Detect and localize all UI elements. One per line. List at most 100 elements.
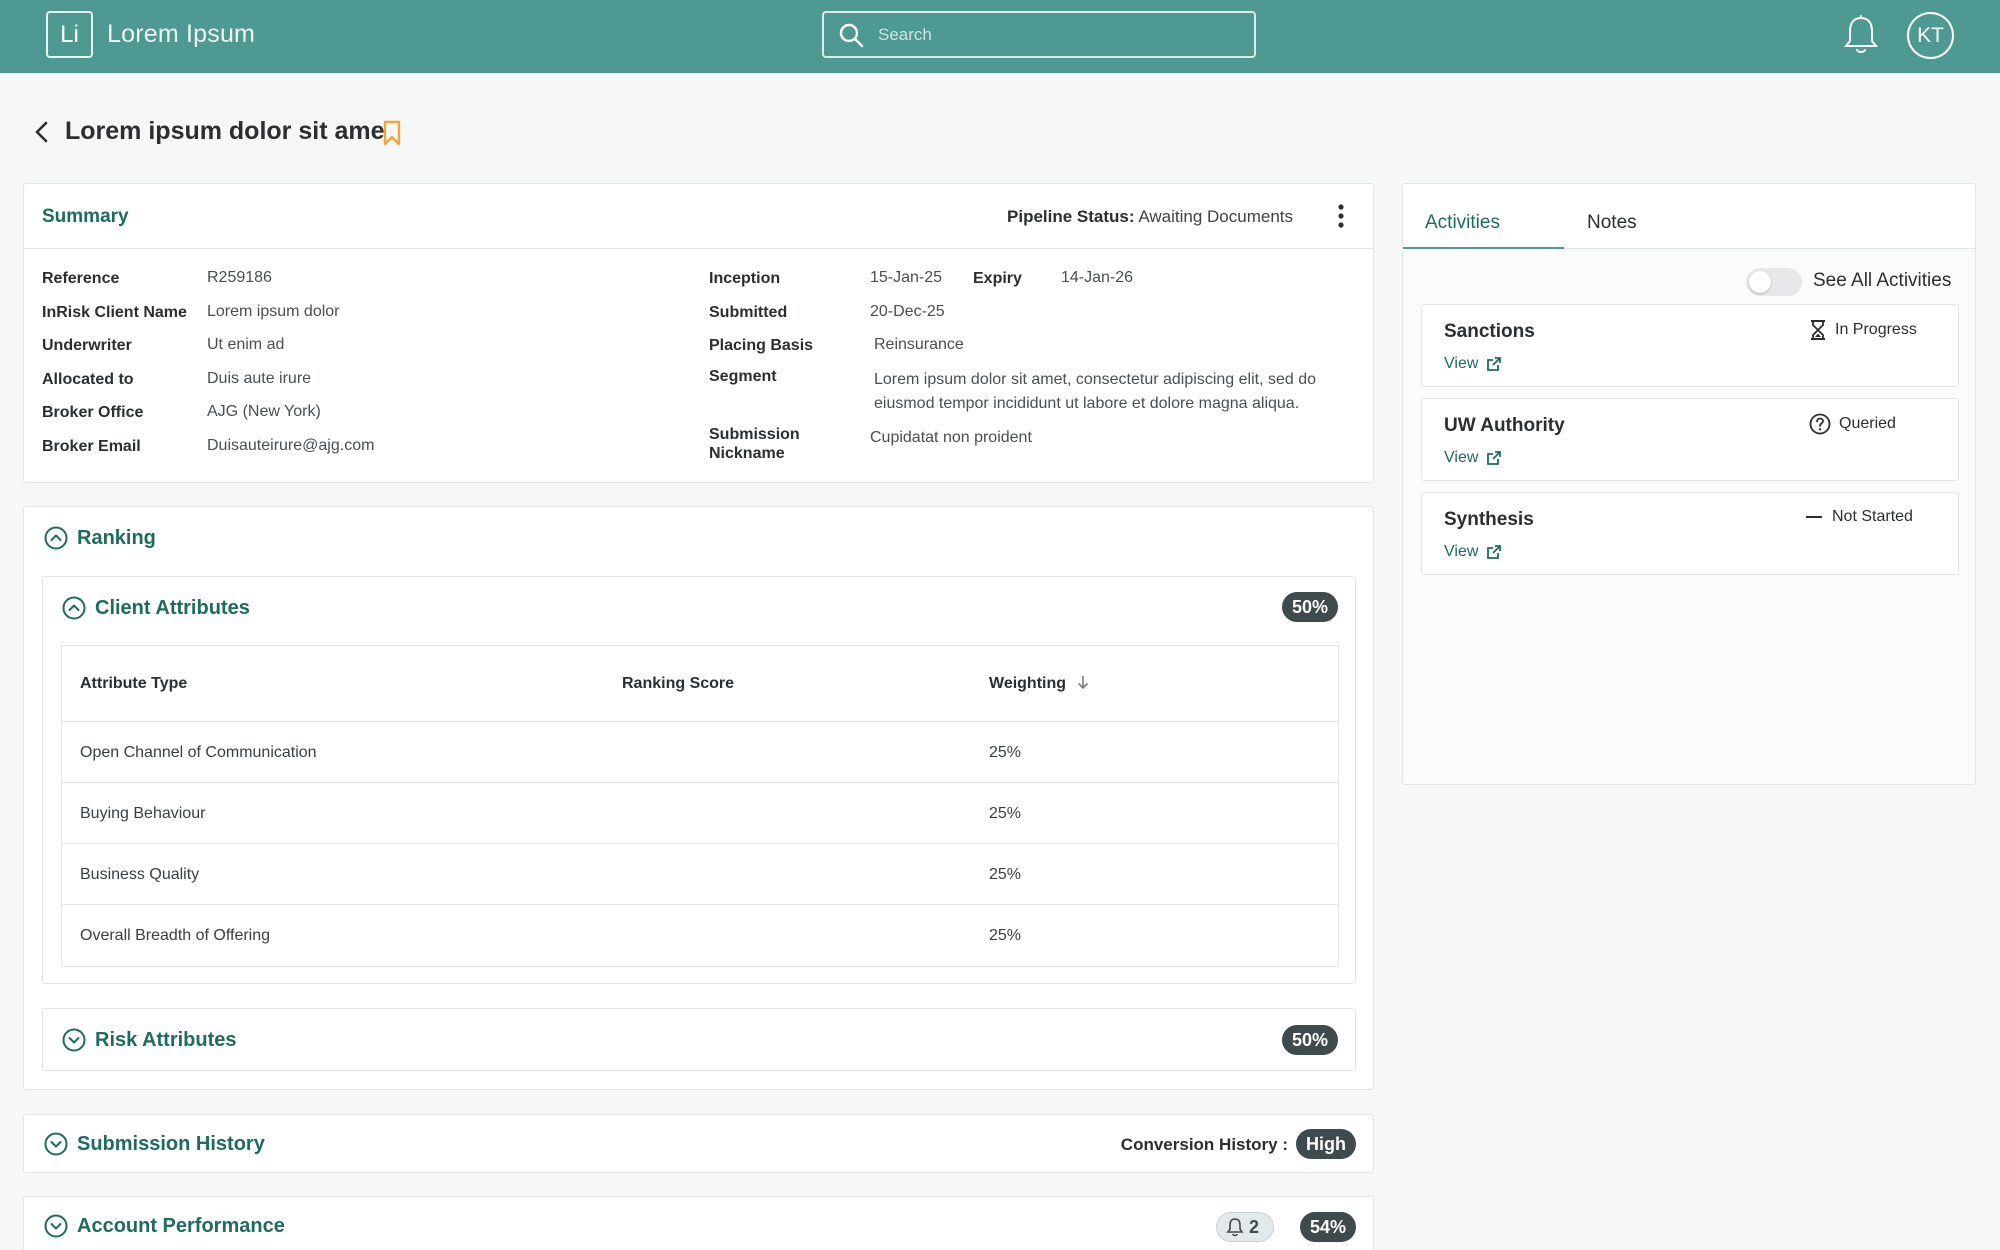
search-icon — [839, 23, 864, 47]
conversion-history-badge: High — [1296, 1129, 1356, 1159]
external-link-icon — [1487, 357, 1502, 371]
submitted-value: 20-Dec-25 — [870, 303, 945, 320]
hourglass-icon — [1811, 320, 1825, 340]
submitted-label: Submitted — [709, 304, 788, 321]
client-attributes-panel: Client Attributes 50% Attribute Type Ran… — [42, 576, 1356, 984]
inception-label: Inception — [709, 270, 781, 287]
view-link-label: View — [1444, 355, 1479, 372]
activity-card-uw-authority: UW Authority Queried View — [1421, 398, 1959, 481]
ranking-card: Ranking Client Attributes 50% Attribute … — [23, 506, 1374, 1090]
view-link[interactable]: View — [1444, 543, 1502, 561]
risk-attributes-title[interactable]: Risk Attributes — [95, 1029, 237, 1052]
reference-value: R259186 — [207, 269, 272, 286]
chevron-down-icon[interactable] — [62, 1028, 86, 1052]
underwriter-value: Ut enim ad — [207, 336, 285, 353]
alert-count: 2 — [1249, 1216, 1260, 1237]
table-row[interactable]: Buying Behaviour 25% — [62, 782, 1338, 843]
activity-status: Not Started — [1804, 507, 1913, 527]
account-performance-panel[interactable]: Account Performance 2 54% — [23, 1196, 1374, 1250]
summary-header: Summary Pipeline Status: Awaiting Docume… — [24, 184, 1373, 249]
view-link[interactable]: View — [1444, 449, 1502, 467]
weighting-cell: 25% — [989, 927, 1022, 944]
submission-history-title[interactable]: Submission History — [77, 1133, 265, 1156]
client-name-label: InRisk Client Name — [42, 304, 187, 321]
dash-icon — [1806, 516, 1822, 518]
active-tab-indicator — [1403, 247, 1564, 249]
user-avatar[interactable]: KT — [1907, 12, 1954, 59]
activity-card-synthesis: Synthesis Not Started View — [1421, 492, 1959, 575]
pipeline-status: Pipeline Status: Awaiting Documents — [1007, 207, 1293, 227]
view-link-label: View — [1444, 449, 1479, 466]
sort-down-icon[interactable] — [1076, 674, 1090, 690]
client-name-value: Lorem ipsum dolor — [207, 303, 340, 320]
activity-status-text: Not Started — [1832, 508, 1913, 525]
broker-office-label: Broker Office — [42, 404, 144, 421]
column-header-weighting[interactable]: Weighting — [989, 646, 1090, 721]
more-options-icon[interactable] — [1337, 203, 1345, 229]
segment-value: Lorem ipsum dolor sit amet, consectetur … — [874, 371, 1316, 412]
inception-value: 15-Jan-25 — [870, 269, 943, 286]
placing-basis-value: Reinsurance — [874, 336, 964, 353]
chevron-up-icon[interactable] — [44, 526, 68, 550]
activity-status-text: In Progress — [1835, 321, 1917, 338]
submission-history-panel[interactable]: Submission History Conversion History : … — [23, 1114, 1374, 1173]
alert-count-badge[interactable]: 2 — [1216, 1212, 1274, 1242]
ranking-title[interactable]: Ranking — [77, 527, 156, 550]
top-bar: Li Lorem Ipsum KT — [0, 0, 2000, 73]
column-header-ranking-score[interactable]: Ranking Score — [622, 646, 734, 721]
notification-bell-icon[interactable] — [1842, 14, 1880, 56]
column-header-attribute-type[interactable]: Attribute Type — [80, 646, 187, 721]
expiry-label: Expiry — [973, 270, 1022, 287]
attribute-type-cell: Overall Breadth of Offering — [80, 927, 271, 944]
tab-activities[interactable]: Activities — [1425, 212, 1500, 234]
back-arrow-icon[interactable] — [32, 119, 52, 145]
chevron-down-icon[interactable] — [44, 1214, 68, 1238]
page-title: Lorem ipsum dolor sit ame — [65, 117, 385, 145]
activities-panel: Activities Notes See All Activities Sanc… — [1402, 183, 1976, 785]
view-link[interactable]: View — [1444, 355, 1502, 373]
search-box[interactable] — [822, 11, 1256, 58]
weighting-cell: 25% — [989, 805, 1022, 822]
nickname-label-line1: Submission — [709, 426, 800, 443]
placing-basis-label: Placing Basis — [709, 337, 814, 354]
activity-status: In Progress — [1809, 319, 1917, 341]
attribute-type-cell: Open Channel of Communication — [80, 744, 317, 761]
broker-email-label: Broker Email — [42, 438, 141, 455]
activity-status-text: Queried — [1839, 415, 1896, 432]
attribute-type-cell: Business Quality — [80, 866, 200, 883]
client-attributes-title[interactable]: Client Attributes — [95, 597, 250, 620]
attributes-table: Attribute Type Ranking Score Weighting O… — [61, 645, 1339, 967]
allocated-to-label: Allocated to — [42, 371, 134, 388]
client-attributes-badge: 50% — [1281, 592, 1338, 622]
allocated-to-value: Duis aute irure — [207, 370, 312, 387]
table-row[interactable]: Business Quality 25% — [62, 843, 1338, 904]
app-name: Lorem Ipsum — [107, 20, 256, 48]
nickname-value: Cupidatat non proident — [870, 429, 1032, 446]
conversion-history-label: Conversion History : — [1120, 1135, 1288, 1154]
see-all-activities-label: See All Activities — [1813, 270, 1952, 291]
search-input[interactable] — [878, 24, 1238, 45]
table-row[interactable]: Overall Breadth of Offering 25% — [62, 904, 1338, 965]
account-performance-title[interactable]: Account Performance — [77, 1215, 285, 1238]
broker-office-value: AJG (New York) — [207, 403, 321, 420]
activity-title: Sanctions — [1444, 321, 1535, 342]
table-row[interactable]: Open Channel of Communication 25% — [62, 721, 1338, 782]
account-performance-badge: 54% — [1299, 1212, 1356, 1242]
external-link-icon — [1487, 545, 1502, 559]
app-logo[interactable]: Li — [46, 11, 93, 58]
risk-attributes-badge: 50% — [1281, 1025, 1338, 1055]
tab-notes[interactable]: Notes — [1587, 212, 1637, 234]
chevron-down-icon[interactable] — [44, 1132, 68, 1156]
summary-card: Summary Pipeline Status: Awaiting Docume… — [23, 183, 1374, 483]
external-link-icon — [1487, 451, 1502, 465]
pipeline-status-label: Pipeline Status: — [1007, 207, 1135, 226]
bookmark-icon[interactable] — [380, 119, 404, 147]
underwriter-label: Underwriter — [42, 337, 132, 354]
reference-label: Reference — [42, 270, 120, 287]
see-all-activities-toggle[interactable] — [1746, 268, 1802, 296]
risk-attributes-panel[interactable]: Risk Attributes 50% — [42, 1008, 1356, 1071]
bell-icon — [1226, 1218, 1244, 1237]
activity-card-sanctions: Sanctions In Progress View — [1421, 304, 1959, 387]
summary-title: Summary — [42, 206, 129, 227]
chevron-up-icon[interactable] — [62, 596, 86, 620]
